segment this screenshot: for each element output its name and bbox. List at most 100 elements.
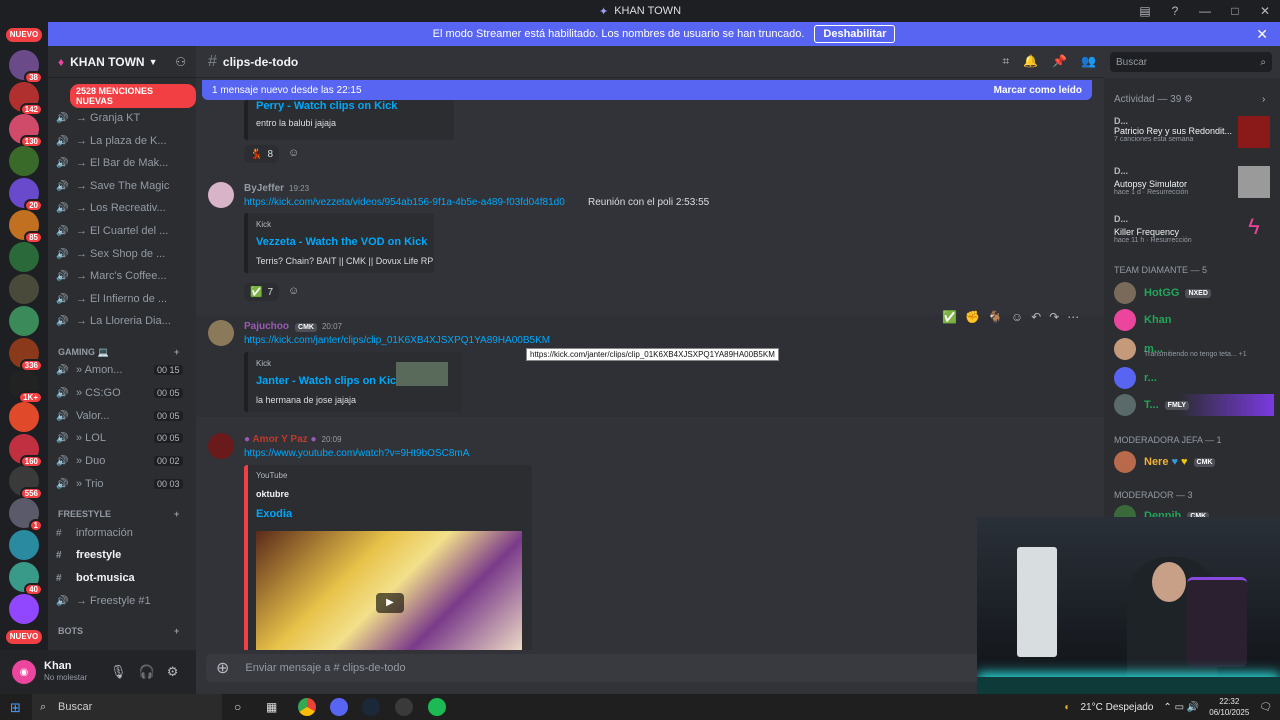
server-icon[interactable] <box>9 242 39 272</box>
avatar[interactable] <box>208 320 234 346</box>
new-mentions-badge[interactable]: 2528 MENCIONES NUEVAS <box>70 84 196 108</box>
members-icon[interactable]: 👥 <box>1081 54 1096 69</box>
new-messages-bar[interactable]: 1 mensaje nuevo desde las 22:15 Marcar c… <box>202 80 1092 100</box>
server-icon[interactable]: 160 <box>9 434 43 468</box>
check-mark-icon[interactable]: ✅ <box>942 310 957 324</box>
threads-icon[interactable]: ⌗ <box>1002 54 1009 69</box>
server-icon[interactable]: 20 <box>9 178 43 212</box>
add-reaction-icon[interactable]: ☺ <box>1011 310 1023 324</box>
help-icon[interactable]: ? <box>1160 4 1190 18</box>
server-icon[interactable] <box>9 402 39 432</box>
text-channel[interactable]: # información <box>56 523 133 543</box>
channel-item[interactable]: 🔊 → Save The Magic <box>56 176 169 196</box>
headphones-icon[interactable]: 🎧 <box>139 664 155 680</box>
chrome-icon[interactable] <box>298 698 316 716</box>
voice-channel[interactable]: 🔊» Amon... 00 15 <box>56 360 183 380</box>
add-channel-icon[interactable]: + <box>174 626 179 636</box>
embed-thumbnail[interactable] <box>396 362 448 386</box>
taskbar-search-input[interactable]: ⌕ Buscar <box>32 694 222 720</box>
close-window-button[interactable]: ✕ <box>1250 4 1280 18</box>
gear-icon[interactable]: ⚙ <box>1181 94 1193 105</box>
category-gaming[interactable]: GAMING 💻 + <box>58 347 179 358</box>
spotify-icon[interactable] <box>428 698 446 716</box>
gear-icon[interactable]: ⚙ <box>167 664 179 680</box>
add-channel-icon[interactable]: + <box>174 509 179 519</box>
message-link[interactable]: https://kick.com/vezzeta/videos/954ab156… <box>244 197 565 208</box>
member-item[interactable]: Nere ♥ ♥ CMK <box>1114 451 1216 473</box>
steam-icon[interactable] <box>362 698 380 716</box>
add-channel-icon[interactable]: + <box>174 347 179 357</box>
reaction[interactable]: 💃 8 <box>244 145 280 163</box>
server-icon[interactable] <box>9 306 39 336</box>
channel-item[interactable]: 🔊 → Sex Shop de ... <box>56 244 165 264</box>
tray-icons[interactable]: ⌃ ▭ 🔊 <box>1163 702 1199 713</box>
avatar[interactable]: ◉ <box>12 660 36 684</box>
category-freestyle[interactable]: FREESTYLE + <box>58 509 179 519</box>
message-author[interactable]: ● Amor Y Paz ● 20:09 <box>244 434 342 445</box>
add-reaction-icon[interactable]: ☺ <box>288 147 299 159</box>
more-icon[interactable]: ⋯ <box>1067 310 1079 324</box>
server-icon[interactable] <box>9 530 39 560</box>
channel-item[interactable]: 🔊 → El Bar de Mak... <box>56 153 168 173</box>
close-banner-icon[interactable]: ✕ <box>1256 26 1268 43</box>
inbox-icon[interactable]: ▤ <box>1130 4 1160 18</box>
video-thumbnail[interactable]: ▶ <box>256 531 522 650</box>
text-channel[interactable]: # bot-musica <box>56 568 135 588</box>
windows-start-icon[interactable]: ⊞ <box>10 700 21 716</box>
clock[interactable]: 22:32 06/10/2025 <box>1209 696 1249 718</box>
reaction-icon[interactable]: ✊ <box>965 310 980 324</box>
reply-icon[interactable]: ↶ <box>1031 310 1041 324</box>
search-input[interactable]: Buscar ⌕ <box>1110 52 1272 72</box>
member-item[interactable]: r... <box>1114 367 1157 389</box>
voice-channel[interactable]: 🔊» Duo 00 02 <box>56 451 183 471</box>
task-view-icon[interactable]: ○ <box>234 700 241 714</box>
chevron-right-icon[interactable]: › <box>1262 94 1265 105</box>
category-bots[interactable]: BOTS + <box>58 626 179 636</box>
channel-item[interactable]: 🔊 → El Infierno de ... <box>56 289 167 309</box>
weather-text[interactable]: 21°C Despejado <box>1080 702 1153 713</box>
server-icon[interactable]: 336 <box>9 338 43 372</box>
activity-item[interactable]: D... Killer Frequency hace 11 h · Resurr… <box>1114 214 1274 246</box>
add-reaction-icon[interactable]: ☺ <box>288 285 299 297</box>
voice-channel[interactable]: 🔊» LOL 00 05 <box>56 428 183 448</box>
mark-as-read-button[interactable]: Marcar como leído <box>994 85 1082 96</box>
channel-item[interactable]: 🔊 → La Lloreria Dia... <box>56 311 171 331</box>
member-item[interactable]: Khan <box>1114 309 1172 331</box>
channel-item[interactable]: 🔊 → Marc's Coffee... <box>56 266 167 286</box>
channel-item[interactable]: 🔊 → Los Recreativ... <box>56 198 166 218</box>
avatar[interactable] <box>208 182 234 208</box>
minimize-button[interactable]: — <box>1190 4 1220 18</box>
server-icon[interactable]: 38 <box>9 50 43 84</box>
voice-channel[interactable]: 🔊» Trio 00 03 <box>56 474 183 494</box>
microphone-icon[interactable]: 🎙 <box>110 664 127 680</box>
guild-header[interactable]: ♦ KHAN TOWN ▼ ⚇ <box>48 46 196 78</box>
server-icon[interactable]: 142 <box>9 82 43 116</box>
member-item[interactable]: T... FMLY <box>1114 394 1274 416</box>
widgets-icon[interactable]: ▦ <box>266 700 277 714</box>
avatar[interactable] <box>208 433 234 459</box>
obs-icon[interactable] <box>395 698 413 716</box>
server-icon[interactable] <box>9 146 39 176</box>
channel-item[interactable]: 🔊 → La plaza de K... <box>56 131 167 151</box>
text-channel[interactable]: # freestyle <box>56 545 121 565</box>
message-link[interactable]: https://kick.com/janter/clips/clip_01K6X… <box>244 335 550 346</box>
server-icon[interactable]: 1K+ <box>9 370 43 404</box>
server-icon[interactable] <box>9 274 39 304</box>
reaction[interactable]: ✅ 7 <box>244 283 280 301</box>
reaction-icon[interactable]: 🐐 <box>988 310 1003 324</box>
twitch-server-icon[interactable] <box>9 594 39 624</box>
message-input[interactable]: ⊕ Enviar mensaje a # clips-de-todo <box>206 654 1096 682</box>
message-author[interactable]: Pajuchoo CMK 20:07 <box>244 321 342 332</box>
play-icon[interactable]: ▶ <box>376 593 404 613</box>
voice-channel[interactable]: 🔊 Valor... 00 05 <box>56 406 183 426</box>
server-icon[interactable]: 1 <box>9 498 43 532</box>
discord-icon[interactable] <box>330 698 348 716</box>
forward-icon[interactable]: ↷ <box>1049 310 1059 324</box>
channel-item[interactable]: 🔊 → Granja KT <box>56 108 140 128</box>
disable-streamer-button[interactable]: Deshabilitar <box>814 25 896 43</box>
server-icon[interactable]: 40 <box>9 562 43 596</box>
activity-item[interactable]: D... Autopsy Simulator hace 1 d · Resurr… <box>1114 166 1274 198</box>
message-link[interactable]: https://www.youtube.com/watch?v=9Ht9bOSC… <box>244 448 469 459</box>
notification-icon[interactable]: 🗨 <box>1259 702 1272 713</box>
maximize-button[interactable]: □ <box>1220 4 1250 18</box>
